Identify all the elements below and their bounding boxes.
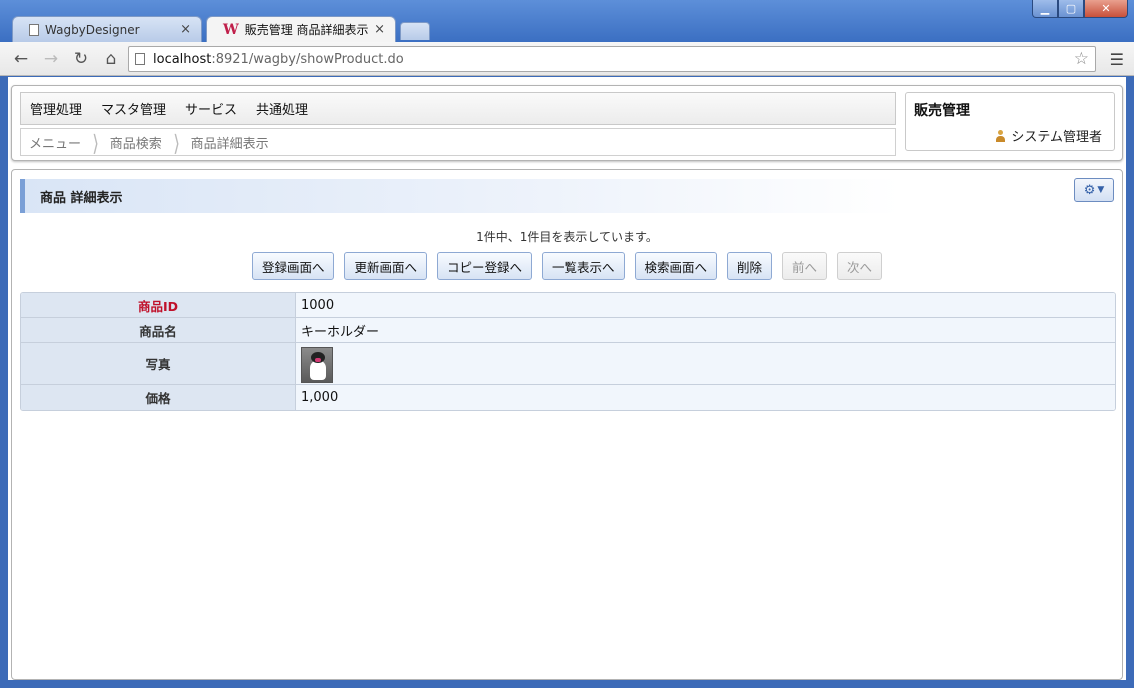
- search-screen-button[interactable]: 検索画面へ: [634, 252, 718, 280]
- url-text[interactable]: localhost:8921/wagby/showProduct.do: [153, 52, 404, 67]
- breadcrumb: メニュー ❭ 商品検索 ❭ 商品詳細表示: [20, 128, 896, 156]
- close-icon[interactable]: ×: [180, 22, 191, 37]
- field-label-price: 価格: [21, 385, 296, 410]
- section-title: 商品 詳細表示: [20, 179, 900, 213]
- menu-item-service[interactable]: サービス: [185, 99, 237, 118]
- tab-title: WagbyDesigner: [45, 22, 140, 37]
- main-menu: 管理処理 マスタ管理 サービス 共通処理: [20, 92, 896, 125]
- page-icon: [29, 23, 39, 36]
- tab-product-detail[interactable]: W 販売管理 商品詳細表示 ×: [206, 16, 396, 42]
- app-title: 販売管理: [914, 103, 970, 119]
- url-host: localhost: [153, 51, 212, 67]
- page-viewport: 管理処理 マスタ管理 サービス 共通処理 メニュー ❭ 商品検索 ❭ 商品詳細表…: [8, 77, 1126, 680]
- menu-item-admin[interactable]: 管理処理: [30, 99, 82, 118]
- home-icon[interactable]: ⌂: [100, 49, 122, 69]
- url-path: :8921/wagby/showProduct.do: [211, 51, 404, 67]
- list-view-button[interactable]: 一覧表示へ: [541, 252, 625, 280]
- record-status: 1件中、1件目を表示しています。: [476, 230, 658, 244]
- close-icon[interactable]: ×: [374, 22, 385, 37]
- content-panel: 商品 詳細表示 ⚙ ▼ 1件中、1件目を表示しています。 登録画面へ 更新画面へ…: [11, 169, 1123, 680]
- menu-icon[interactable]: ☰: [1110, 50, 1124, 69]
- new-tab-button[interactable]: [400, 22, 430, 40]
- menu-item-master[interactable]: マスタ管理: [101, 99, 166, 118]
- field-value-photo: [296, 343, 1115, 385]
- field-label-product-id: 商品ID: [21, 293, 296, 318]
- field-value-price: 1,000: [296, 385, 1115, 410]
- chevron-down-icon: ▼: [1097, 185, 1105, 195]
- table-row: 商品ID 1000: [21, 293, 1115, 318]
- close-window-icon[interactable]: ✕: [1084, 0, 1128, 18]
- copy-register-button[interactable]: コピー登録へ: [436, 252, 532, 280]
- user-icon: [995, 129, 1006, 142]
- window-titlebar: ▁ ▢ ✕ WagbyDesigner × W 販売管理 商品詳細表示 ×: [0, 0, 1134, 42]
- table-row: 価格 1,000: [21, 385, 1115, 410]
- minimize-icon[interactable]: ▁: [1032, 0, 1058, 18]
- update-screen-button[interactable]: 更新画面へ: [344, 252, 427, 280]
- window-controls: ▁ ▢ ✕: [1032, 0, 1128, 18]
- page-icon: [135, 53, 145, 65]
- back-icon[interactable]: ←: [10, 49, 32, 69]
- register-screen-button[interactable]: 登録画面へ: [251, 252, 335, 280]
- breadcrumb-menu[interactable]: メニュー: [29, 133, 81, 152]
- forward-icon[interactable]: →: [40, 49, 62, 69]
- field-label-product-name: 商品名: [21, 318, 296, 343]
- tab-title: 販売管理 商品詳細表示: [244, 23, 369, 37]
- header-panel: 管理処理 マスタ管理 サービス 共通処理 メニュー ❭ 商品検索 ❭ 商品詳細表…: [11, 85, 1123, 161]
- reload-icon[interactable]: ↻: [70, 49, 92, 69]
- field-value-product-name: キーホルダー: [296, 318, 1115, 343]
- breadcrumb-separator-icon: ❭: [171, 130, 181, 154]
- app-info-box: 販売管理 システム管理者: [905, 92, 1115, 151]
- settings-dropdown-button[interactable]: ⚙ ▼: [1074, 178, 1114, 202]
- wagby-logo-icon: W: [223, 21, 239, 38]
- table-row: 商品名 キーホルダー: [21, 318, 1115, 343]
- browser-toolbar: ← → ↻ ⌂ localhost:8921/wagby/showProduct…: [0, 42, 1134, 76]
- prev-button[interactable]: 前へ: [782, 252, 828, 280]
- delete-button[interactable]: 削除: [727, 252, 773, 280]
- detail-table: 商品ID 1000 商品名 キーホルダー 写真 価格 1,000: [20, 292, 1116, 411]
- field-value-product-id: 1000: [296, 293, 1115, 318]
- tab-wagbydesigner[interactable]: WagbyDesigner ×: [12, 16, 202, 42]
- star-icon[interactable]: ☆: [1074, 49, 1089, 69]
- field-label-photo: 写真: [21, 343, 296, 385]
- action-buttons: 登録画面へ 更新画面へ コピー登録へ 一覧表示へ 検索画面へ 削除 前へ 次へ: [12, 252, 1122, 280]
- table-row: 写真: [21, 343, 1115, 385]
- user-info: システム管理者: [995, 126, 1102, 145]
- user-name: システム管理者: [1011, 130, 1102, 145]
- breadcrumb-product-search[interactable]: 商品検索: [110, 133, 162, 152]
- maximize-icon[interactable]: ▢: [1058, 0, 1084, 18]
- menu-item-common[interactable]: 共通処理: [256, 99, 308, 118]
- gear-icon: ⚙: [1083, 182, 1096, 198]
- address-bar[interactable]: localhost:8921/wagby/showProduct.do ☆: [128, 46, 1096, 72]
- product-photo-thumbnail[interactable]: [301, 346, 333, 383]
- breadcrumb-product-detail: 商品詳細表示: [190, 136, 269, 152]
- next-button[interactable]: 次へ: [837, 252, 883, 280]
- breadcrumb-separator-icon: ❭: [91, 130, 100, 154]
